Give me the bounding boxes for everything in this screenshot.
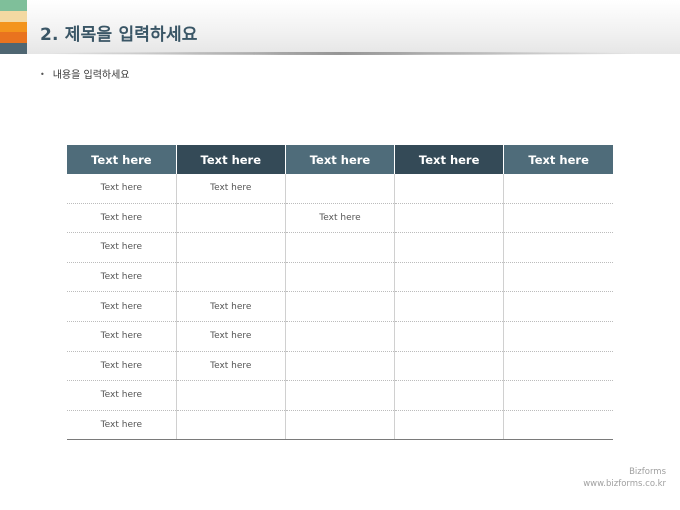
table-cell[interactable]: Text here — [176, 291, 286, 322]
table-cell[interactable] — [285, 262, 396, 293]
table-cell[interactable] — [285, 351, 396, 382]
color-stripe — [0, 43, 27, 54]
table-row: Text here — [67, 380, 613, 411]
table-cell[interactable] — [285, 291, 396, 322]
table-cell[interactable] — [394, 174, 505, 204]
table-cell[interactable]: Text here — [67, 410, 177, 441]
table-cell[interactable] — [394, 321, 505, 352]
color-stripe — [0, 0, 27, 11]
table-header-cell[interactable]: Text here — [285, 145, 396, 174]
table-cell[interactable]: Text here — [67, 291, 177, 322]
table-header-row: Text here Text here Text here Text here Text… — [67, 145, 613, 174]
header-shadow — [40, 52, 640, 55]
table-body: Text here Text here Text here Text here Text… — [67, 174, 613, 441]
table-header-cell[interactable]: Text here — [176, 145, 286, 174]
table-cell[interactable]: Text here — [176, 321, 286, 352]
table-cell[interactable] — [503, 262, 613, 293]
table-cell[interactable] — [285, 380, 396, 411]
table-cell[interactable] — [503, 351, 613, 382]
table-cell[interactable]: Text here — [285, 203, 396, 234]
table-row: Text here Text here — [67, 321, 613, 352]
table-cell[interactable] — [176, 232, 286, 263]
table-cell[interactable] — [394, 291, 505, 322]
color-stripes — [0, 0, 27, 54]
table-cell[interactable] — [176, 410, 286, 441]
brand-url[interactable]: www.bizforms.co.kr — [583, 479, 666, 489]
color-stripe — [0, 10, 27, 22]
table-cell[interactable] — [394, 232, 505, 263]
table-cell[interactable] — [503, 321, 613, 352]
data-table: Text here Text here Text here Text here Text… — [67, 145, 613, 441]
table-cell[interactable] — [503, 380, 613, 411]
table-cell[interactable] — [285, 174, 396, 204]
slide-title[interactable]: 2. 제목을 입력하세요 — [40, 20, 198, 45]
table-row: Text here Text here — [67, 291, 613, 322]
table-cell[interactable] — [394, 203, 505, 234]
table-cell[interactable]: Text here — [176, 174, 286, 204]
table-row: Text here — [67, 232, 613, 263]
table-header-cell[interactable]: Text here — [67, 145, 177, 174]
table-cell[interactable]: Text here — [67, 262, 177, 293]
table-row: Text here — [67, 410, 613, 441]
table-cell[interactable]: Text here — [67, 321, 177, 352]
table-row: Text here Text here — [67, 174, 613, 204]
table-cell[interactable] — [176, 262, 286, 293]
color-stripe — [0, 32, 27, 44]
table-row: Text here Text here — [67, 203, 613, 234]
table-row: Text here — [67, 262, 613, 293]
table-cell[interactable] — [394, 380, 505, 411]
table-header-cell[interactable]: Text here — [503, 145, 613, 174]
table-cell[interactable] — [503, 291, 613, 322]
table-cell[interactable] — [503, 203, 613, 234]
table-cell[interactable]: Text here — [67, 174, 177, 204]
table-cell[interactable] — [176, 380, 286, 411]
bullet-text: 내용을 입력하세요 — [52, 70, 130, 81]
bullet-dot-icon: • — [40, 70, 45, 79]
table-header-cell[interactable]: Text here — [394, 145, 505, 174]
table-cell[interactable] — [176, 203, 286, 234]
table-cell[interactable] — [394, 262, 505, 293]
color-stripe — [0, 21, 27, 33]
bullet-item[interactable]: • 내용을 입력하세요 — [40, 66, 130, 81]
table-cell[interactable] — [285, 232, 396, 263]
table-cell[interactable] — [394, 351, 505, 382]
brand-name: Bizforms — [629, 467, 666, 477]
table-cell[interactable]: Text here — [176, 351, 286, 382]
table-cell[interactable] — [285, 410, 396, 441]
table-cell[interactable]: Text here — [67, 203, 177, 234]
table-cell[interactable] — [503, 410, 613, 441]
table-cell[interactable] — [503, 174, 613, 204]
table-row: Text here Text here — [67, 351, 613, 382]
table-cell[interactable] — [285, 321, 396, 352]
table-cell[interactable] — [394, 410, 505, 441]
table-cell[interactable]: Text here — [67, 380, 177, 411]
brand-block: Bizforms www.bizforms.co.kr — [583, 467, 666, 489]
table-cell[interactable]: Text here — [67, 351, 177, 382]
table-cell[interactable]: Text here — [67, 232, 177, 263]
table-cell[interactable] — [503, 232, 613, 263]
